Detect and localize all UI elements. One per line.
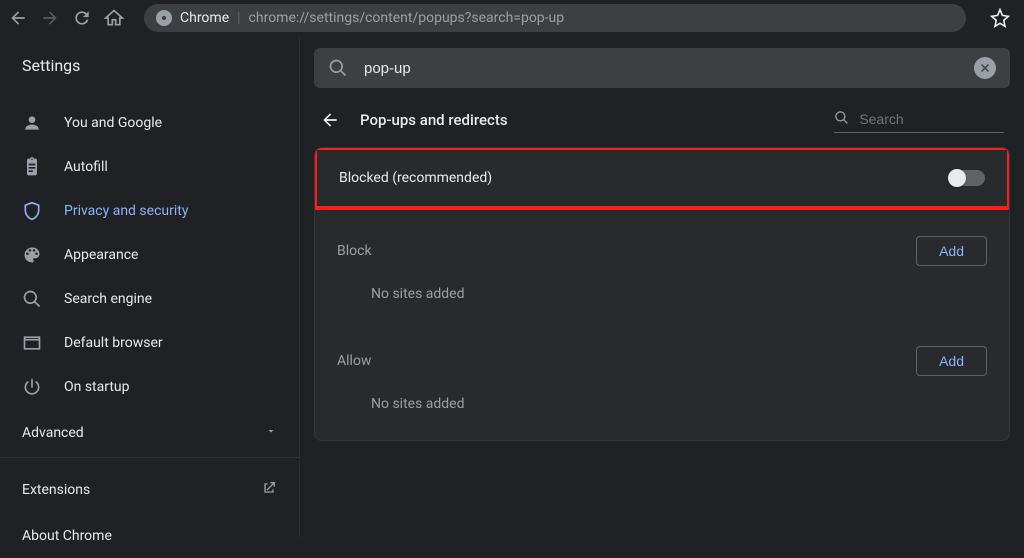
search-icon [834, 110, 849, 128]
power-icon [22, 377, 42, 397]
toggle-label: Blocked (recommended) [339, 170, 492, 186]
sidebar-item-default-browser[interactable]: Default browser [0, 321, 299, 365]
sidebar-item-autofill[interactable]: Autofill [0, 145, 299, 189]
sidebar-item-extensions[interactable]: Extensions [0, 466, 299, 514]
clipboard-icon [22, 157, 42, 177]
allow-empty-message: No sites added [315, 380, 1009, 440]
settings-card: Blocked (recommended) Block Add No sites… [314, 147, 1010, 441]
browser-icon [22, 333, 42, 353]
sidebar-item-label: Autofill [64, 159, 108, 175]
settings-search-bar[interactable] [314, 48, 1010, 88]
sidebar-item-label: About Chrome [22, 528, 112, 544]
sidebar-item-label: Privacy and security [64, 203, 188, 219]
app-title: Settings [0, 36, 299, 101]
page-search[interactable] [834, 106, 1004, 133]
bookmark-star-icon[interactable] [990, 8, 1010, 28]
highlighted-setting: Blocked (recommended) [314, 147, 1010, 210]
search-icon [22, 289, 42, 309]
sidebar-advanced-label: Advanced [22, 425, 84, 441]
forward-icon[interactable] [40, 8, 60, 28]
sidebar-item-label: Default browser [64, 335, 163, 351]
sidebar-item-label: You and Google [64, 115, 162, 131]
main-panel: Pop-ups and redirects Blocked (recommend… [300, 36, 1024, 539]
reload-icon[interactable] [72, 8, 92, 28]
section-label: Allow [337, 353, 371, 369]
block-section-header: Block Add [315, 220, 1009, 270]
sidebar-item-label: Appearance [64, 247, 138, 263]
block-empty-message: No sites added [315, 270, 1009, 330]
settings-search-input[interactable] [364, 60, 958, 77]
sidebar-item-label: Search engine [64, 291, 152, 307]
omnibox-separator: | [237, 10, 240, 26]
sidebar-advanced[interactable]: Advanced [0, 409, 299, 458]
external-link-icon [261, 480, 277, 500]
page-search-input[interactable] [859, 111, 1004, 127]
block-add-button[interactable]: Add [916, 236, 987, 266]
omnibox[interactable]: Chrome | chrome://settings/content/popup… [144, 4, 966, 32]
allow-section-header: Allow Add [315, 330, 1009, 380]
sidebar-item-search-engine[interactable]: Search engine [0, 277, 299, 321]
chevron-down-icon [265, 425, 277, 441]
back-arrow-icon[interactable] [320, 110, 340, 130]
allow-add-button[interactable]: Add [916, 346, 987, 376]
sidebar-item-label: Extensions [22, 482, 90, 498]
person-icon [22, 113, 42, 133]
sidebar-item-about[interactable]: About Chrome [0, 514, 299, 558]
section-label: Block [337, 243, 372, 259]
app-body: Settings You and Google Autofill Privacy… [0, 36, 1024, 539]
chrome-icon [156, 10, 172, 26]
shield-icon [22, 201, 42, 221]
omnibox-url: chrome://settings/content/popups?search=… [249, 10, 565, 26]
back-icon[interactable] [8, 8, 28, 28]
clear-icon[interactable] [974, 57, 996, 79]
sidebar-item-label: On startup [64, 379, 130, 395]
toggle-knob [948, 169, 966, 187]
sidebar-item-appearance[interactable]: Appearance [0, 233, 299, 277]
home-icon[interactable] [104, 8, 124, 28]
blocked-toggle[interactable] [949, 170, 985, 186]
omnibox-origin: Chrome [180, 10, 229, 26]
page-title: Pop-ups and redirects [360, 111, 814, 129]
blocked-toggle-row: Blocked (recommended) [317, 150, 1007, 206]
sidebar-item-privacy-security[interactable]: Privacy and security [0, 189, 299, 233]
palette-icon [22, 245, 42, 265]
search-icon [328, 58, 348, 78]
sidebar-item-on-startup[interactable]: On startup [0, 365, 299, 409]
sidebar-menu: You and Google Autofill Privacy and secu… [0, 101, 299, 409]
page-header: Pop-ups and redirects [314, 106, 1010, 133]
browser-toolbar: Chrome | chrome://settings/content/popup… [0, 0, 1024, 36]
sidebar-item-you-and-google[interactable]: You and Google [0, 101, 299, 145]
sidebar: Settings You and Google Autofill Privacy… [0, 36, 300, 539]
